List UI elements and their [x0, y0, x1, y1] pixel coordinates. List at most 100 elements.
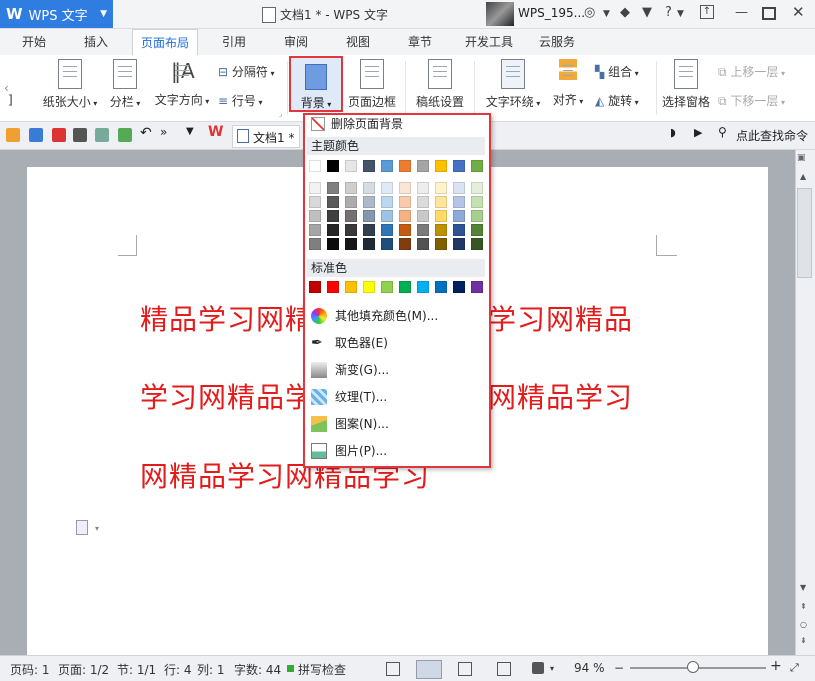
color-swatch[interactable] — [381, 224, 393, 236]
color-swatch[interactable] — [363, 182, 375, 194]
color-swatch[interactable] — [399, 238, 411, 250]
upload-icon[interactable]: ↑ — [700, 5, 714, 19]
color-picker-item[interactable]: ✒ 取色器(E) — [307, 330, 485, 356]
user-badge-icon[interactable]: ◎ — [584, 5, 595, 20]
color-swatch[interactable] — [381, 160, 393, 172]
fullscreen-icon[interactable] — [386, 662, 400, 676]
color-swatch[interactable] — [471, 196, 483, 208]
color-swatch[interactable] — [417, 238, 429, 250]
avatar[interactable] — [486, 2, 514, 26]
color-swatch[interactable] — [399, 182, 411, 194]
color-swatch[interactable] — [309, 224, 321, 236]
color-swatch[interactable] — [345, 160, 357, 172]
wps-w-icon[interactable]: W — [208, 124, 223, 140]
page-setup-launcher-icon[interactable]: ⌟ — [279, 110, 282, 118]
color-swatch[interactable] — [453, 238, 465, 250]
status-row[interactable]: 行: 4 — [164, 661, 192, 678]
color-swatch[interactable] — [471, 160, 483, 172]
eye-protect-icon[interactable] — [532, 662, 544, 674]
close-icon[interactable]: ✕ — [792, 3, 805, 21]
web-view-icon[interactable] — [497, 662, 511, 676]
document-tab[interactable]: 文档1 * — [232, 125, 300, 148]
outline-view-icon[interactable] — [458, 662, 472, 676]
ruler-toggle-icon[interactable]: ▣ — [797, 153, 806, 163]
spell-check-label[interactable]: 拼写检查 — [298, 661, 346, 678]
color-swatch[interactable] — [363, 281, 375, 293]
color-swatch[interactable] — [453, 160, 465, 172]
status-col[interactable]: 列: 1 — [197, 661, 225, 678]
separator-button[interactable]: ⊟ 分隔符 ▾ — [218, 63, 274, 80]
paste-options-icon[interactable] — [76, 520, 88, 535]
more-fill-colors-item[interactable]: 其他填充颜色(M)... — [307, 303, 485, 329]
maximize-icon[interactable] — [762, 7, 776, 20]
chevron-down-icon[interactable]: ▾ — [550, 664, 554, 673]
color-swatch[interactable] — [399, 210, 411, 222]
skin-icon[interactable]: ◆ — [620, 5, 630, 20]
zoom-out-button[interactable]: − — [614, 661, 624, 675]
columns-button[interactable]: 分栏 ▾ — [107, 59, 143, 110]
color-swatch[interactable] — [471, 281, 483, 293]
pattern-item[interactable]: 图案(N)... — [307, 411, 485, 437]
manuscript-button[interactable]: 稿纸设置 — [414, 59, 466, 110]
pdf-icon[interactable] — [52, 128, 66, 142]
scroll-down-icon[interactable]: ▼ — [800, 583, 806, 592]
undo-icon[interactable]: ↶ — [140, 125, 154, 141]
color-swatch[interactable] — [381, 238, 393, 250]
selection-pane-button[interactable]: 选择窗格 — [660, 59, 712, 110]
gradient-item[interactable]: 渐变(G)... — [307, 357, 485, 383]
fit-window-icon[interactable]: ⤢ — [790, 661, 799, 675]
save-icon[interactable] — [29, 128, 43, 142]
page-border-button[interactable]: 页面边框 — [347, 59, 397, 110]
color-swatch[interactable] — [453, 182, 465, 194]
shirt-icon[interactable]: ▼ — [642, 5, 652, 20]
color-swatch[interactable] — [381, 210, 393, 222]
color-swatch[interactable] — [399, 281, 411, 293]
color-swatch[interactable] — [453, 196, 465, 208]
line-number-button[interactable]: ≡ 行号 ▾ — [218, 92, 262, 109]
color-swatch[interactable] — [381, 281, 393, 293]
track-icon[interactable]: ▶ — [694, 126, 708, 140]
color-swatch[interactable] — [345, 182, 357, 194]
status-section[interactable]: 节: 1/1 — [117, 661, 156, 678]
color-swatch[interactable] — [363, 196, 375, 208]
comment-icon[interactable]: ◗ — [670, 126, 684, 140]
color-swatch[interactable] — [309, 160, 321, 172]
texture-item[interactable]: 纹理(T)... — [307, 384, 485, 410]
paper-size-button[interactable]: 纸张大小 ▾ — [40, 59, 100, 110]
color-swatch[interactable] — [417, 224, 429, 236]
picture-item[interactable]: 图片(P)... — [307, 438, 485, 464]
group-button[interactable]: ▚ 组合 ▾ — [595, 63, 639, 80]
chevron-down-icon[interactable]: ▾ — [95, 524, 99, 533]
color-swatch[interactable] — [453, 224, 465, 236]
color-swatch[interactable] — [345, 196, 357, 208]
color-swatch[interactable] — [363, 224, 375, 236]
color-swatch[interactable] — [363, 238, 375, 250]
print-preview-icon[interactable] — [95, 128, 109, 142]
color-swatch[interactable] — [327, 210, 339, 222]
command-search[interactable]: 点此查找命令 — [736, 127, 808, 144]
color-swatch[interactable] — [435, 210, 447, 222]
app-menu-button[interactable]: W WPS 文字 ▼ — [0, 0, 113, 28]
status-word-count[interactable]: 字数: 44 — [234, 661, 281, 678]
color-swatch[interactable] — [327, 281, 339, 293]
tab-insert[interactable]: 插入 — [84, 29, 108, 55]
zoom-level[interactable]: 94 % — [574, 661, 605, 675]
color-swatch[interactable] — [345, 224, 357, 236]
color-swatch[interactable] — [363, 160, 375, 172]
color-swatch[interactable] — [345, 238, 357, 250]
scrollbar-thumb[interactable] — [797, 188, 812, 278]
text-direction-button[interactable]: ‖A 文字方向 ▾ — [152, 59, 212, 108]
color-swatch[interactable] — [309, 182, 321, 194]
color-swatch[interactable] — [435, 160, 447, 172]
color-swatch[interactable] — [399, 160, 411, 172]
zoom-in-button[interactable]: + — [770, 658, 782, 674]
prev-page-icon[interactable]: ⇞ — [800, 602, 807, 611]
color-swatch[interactable] — [417, 160, 429, 172]
status-page[interactable]: 页码: 1 — [10, 661, 50, 678]
chevron-down-icon[interactable]: ▼ — [677, 9, 684, 19]
color-swatch[interactable] — [327, 182, 339, 194]
color-swatch[interactable] — [327, 224, 339, 236]
color-swatch[interactable] — [471, 182, 483, 194]
color-swatch[interactable] — [417, 281, 429, 293]
tab-developer[interactable]: 开发工具 — [465, 29, 513, 55]
